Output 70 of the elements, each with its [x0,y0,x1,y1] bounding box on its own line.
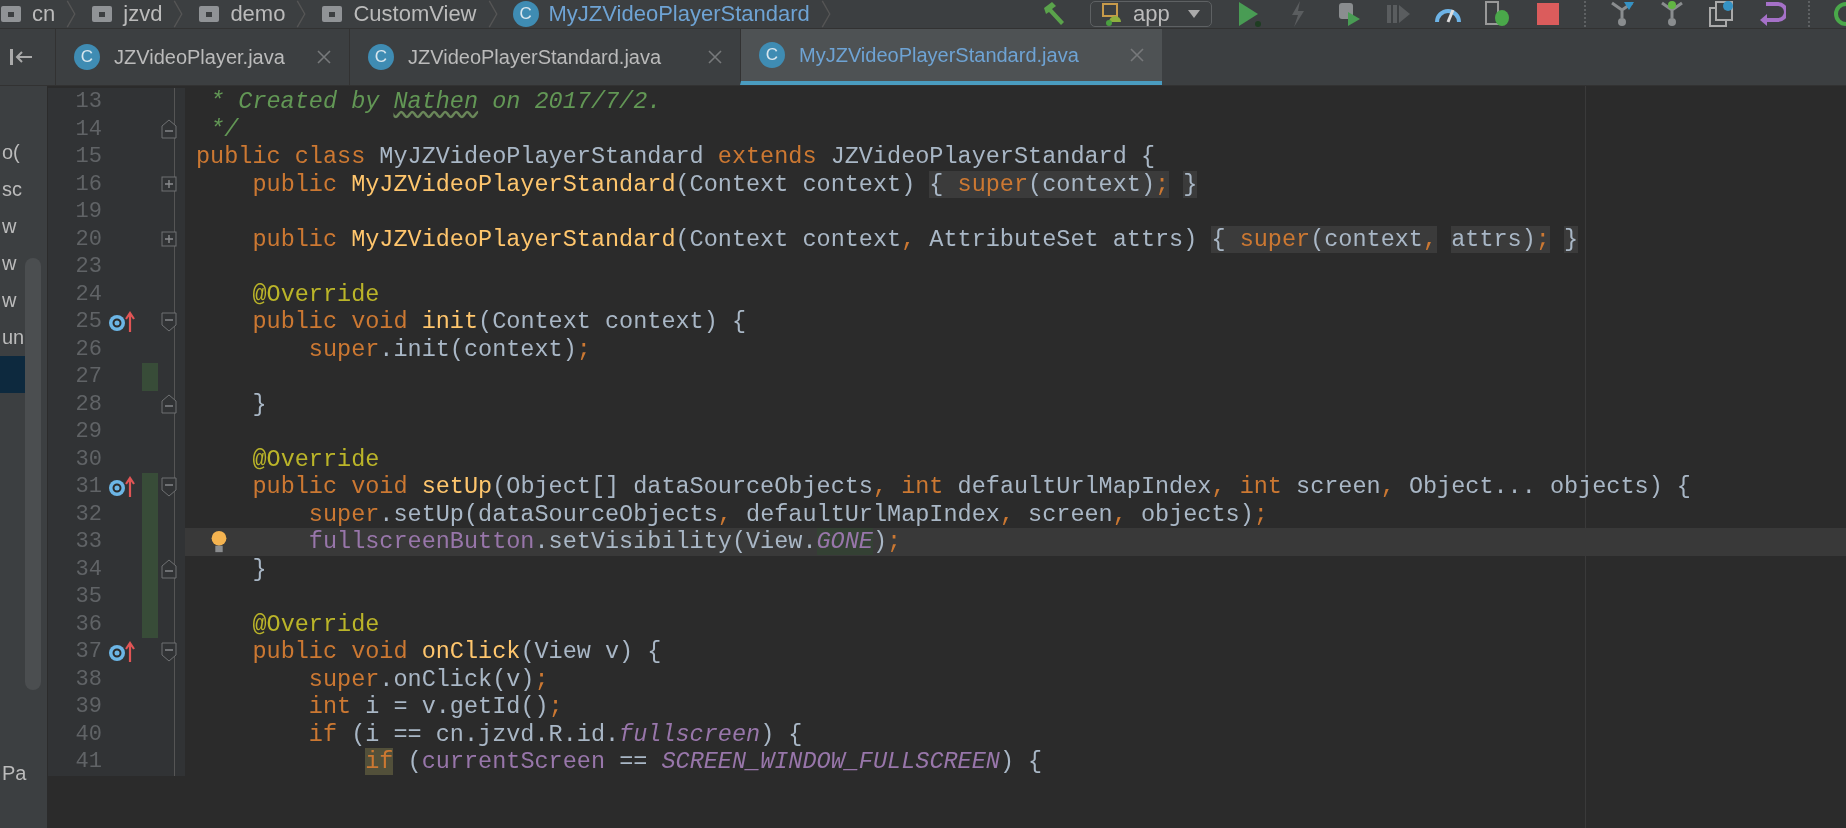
collapse-panel-icon[interactable] [8,47,34,67]
change-marker[interactable] [142,610,158,638]
project-tree-item[interactable]: w [0,282,28,319]
code-line: } [251,390,267,418]
fold-end-icon[interactable] [161,559,177,580]
fold-end-icon[interactable] [161,119,177,140]
chevron-icon [819,0,832,28]
code-line: } [251,555,267,583]
code-line: if (currentScreen == SCREEN_WINDOW_FULLSCREEN) { [364,748,1043,776]
editor-tab[interactable]: C MyJZVideoPlayerStandard.java [740,29,1162,85]
breadcrumb-item[interactable]: CustomView [353,1,477,27]
code-line: public class MyJZVideoPlayerStandard extends JZVideoPlayerStandard { [196,143,1155,171]
expand-fold-icon[interactable] [161,174,177,195]
project-tree-item[interactable]: un [0,319,28,356]
code-line: public void init(Context context) { [251,308,747,336]
project-tree-row[interactable] [0,356,28,393]
breadcrumb-item[interactable]: jzvd [123,1,163,27]
run-config-dropdown[interactable]: app [1090,1,1212,27]
close-icon[interactable] [317,50,331,64]
code-line: * Created by Nathen on 2017/7/2. [209,88,662,116]
close-icon[interactable] [1130,48,1144,62]
editor-tab[interactable]: C JZVideoPlayer.java [55,29,349,85]
breadcrumb-current[interactable]: MyJZVideoPlayerStandard [548,1,810,27]
chevron-icon [65,0,78,28]
change-marker[interactable] [142,473,158,501]
fold-end-icon[interactable] [161,394,177,415]
folder-icon [198,5,221,23]
project-tree-item[interactable]: o( [0,134,28,171]
code-line: @Override [251,610,380,638]
code-line: @Override [251,445,380,473]
folder-icon [91,5,114,23]
project-tree-item[interactable]: w [0,208,28,245]
project-tree-item[interactable]: w [0,245,28,282]
revert-icon[interactable] [1758,0,1786,28]
code-line: @Override [251,280,380,308]
caret-icon [1187,9,1201,19]
code-line: super.setUp(dataSourceObjects, defaultUrlMapIndex, screen, objects); [307,500,1268,528]
chevron-icon [486,0,499,28]
code-line: int i = v.getId(); [307,693,563,721]
breadcrumb-item[interactable]: cn [32,1,56,27]
code-line: public void setUp(Object[] dataSourceObjects, int defaultUrlMapIndex, int screen, Object... objects) { [251,473,1691,501]
code-line: public void onClick(View v) { [251,638,662,666]
history-icon[interactable] [1708,0,1736,28]
code-line: fullscreenButton.setVisibility(View.GONE); [307,528,902,556]
change-marker[interactable] [142,363,158,391]
code-line: super.init(context); [307,335,591,363]
editor-tab[interactable]: C JZVideoPlayerStandard.java [349,29,740,85]
stop-icon[interactable] [1534,0,1562,28]
override-icon[interactable] [108,640,136,663]
lightbulb-icon[interactable] [209,530,229,554]
project-tree-item[interactable]: sc [0,171,28,208]
chevron-icon [172,0,185,28]
chevron-icon [295,0,308,28]
fold-start-icon[interactable] [161,641,177,662]
expand-fold-icon[interactable] [161,229,177,250]
breadcrumb-item[interactable]: demo [230,1,286,27]
scrollbar-thumb[interactable] [25,258,41,690]
project-tree-item[interactable]: Pa [0,755,28,792]
folder-icon [321,5,344,23]
code-line: public MyJZVideoPlayerStandard(Context context) { super(context); } [251,170,1198,198]
code-line: */ [209,115,239,143]
class-icon: C [512,1,539,27]
close-icon[interactable] [708,50,722,64]
override-icon[interactable] [108,475,136,498]
override-icon[interactable] [108,310,136,333]
code-line: if (i == cn.jzvd.R.id.fullscreen) { [307,720,803,748]
fold-start-icon[interactable] [161,311,177,332]
code-line: public MyJZVideoPlayerStandard(Context context, AttributeSet attrs) { super(context, attrs); } [251,225,1579,253]
code-line: super.onClick(v); [307,665,549,693]
fold-start-icon[interactable] [161,476,177,497]
